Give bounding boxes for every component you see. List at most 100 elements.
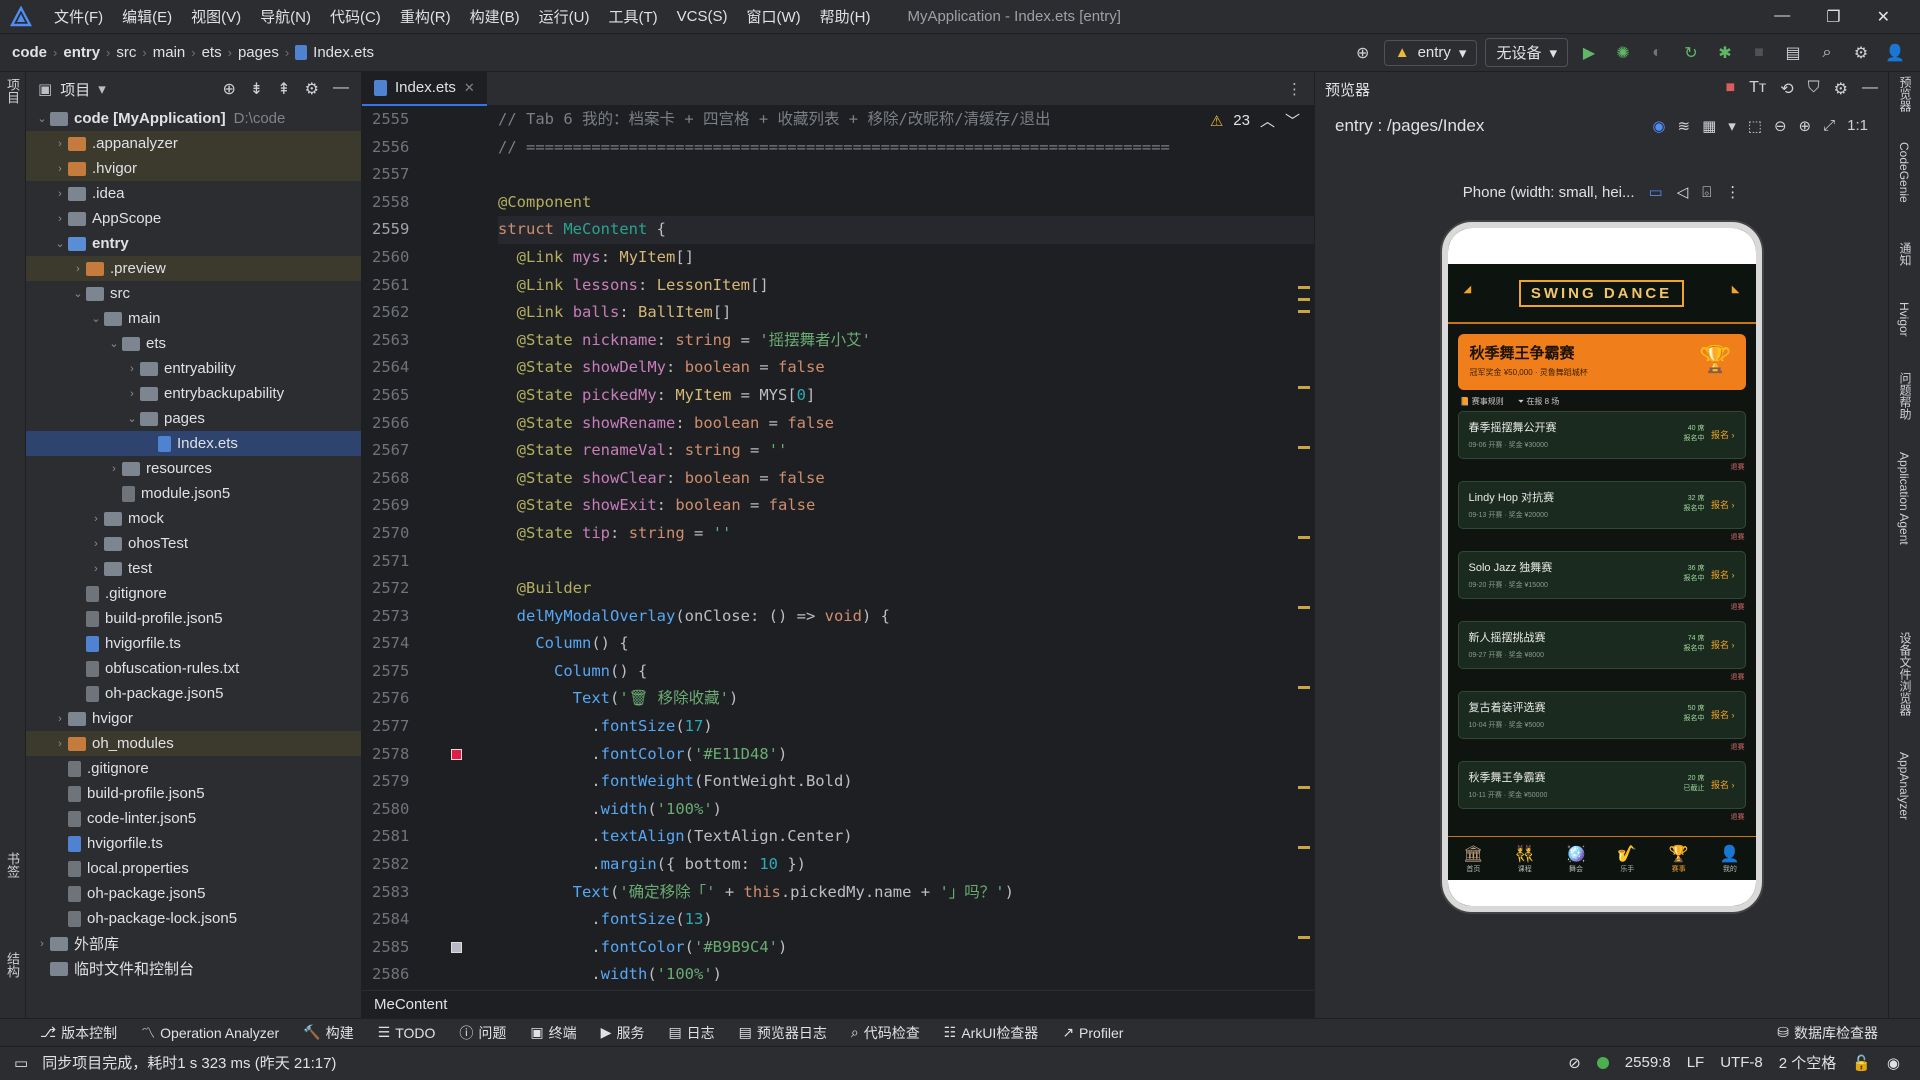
tree-item[interactable]: › 外部库 bbox=[26, 931, 361, 956]
rotate-icon[interactable]: ⌺ bbox=[1702, 184, 1711, 201]
code-line[interactable]: Text('确定移除「' + this.pickedMy.name + '」吗？… bbox=[498, 879, 1314, 907]
tree-item[interactable]: ⌄ entry bbox=[26, 231, 361, 256]
signup-button[interactable]: 报名 › bbox=[1711, 638, 1735, 651]
tree-item[interactable]: › resources bbox=[26, 456, 361, 481]
tree-item[interactable]: › .hvigor bbox=[26, 156, 361, 181]
signup-button[interactable]: 报名 › bbox=[1711, 778, 1735, 791]
code-line[interactable]: @State pickedMy: MyItem = MYS[0] bbox=[498, 382, 1314, 410]
withdraw-link[interactable]: 退赛 bbox=[1731, 532, 1745, 542]
withdraw-link[interactable]: 退赛 bbox=[1731, 602, 1745, 612]
code-line[interactable]: .fontSize(17) bbox=[498, 713, 1314, 741]
database-inspector-tab[interactable]: ⛁ 数据库检查器 bbox=[1777, 1023, 1878, 1043]
apply-changes-icon[interactable]: ↻ bbox=[1678, 40, 1704, 66]
more-tabs-icon[interactable]: ⋮ bbox=[1287, 80, 1302, 98]
competition-card[interactable]: 复古着装评选赛 10-04 开赛 · 奖金 ¥5000 50 席报名中 报名 › 退赛 bbox=[1457, 691, 1746, 751]
app-tab-0[interactable]: 🏛 首页 bbox=[1463, 844, 1483, 874]
code-line[interactable]: .textAlign(TextAlign.Center) bbox=[498, 823, 1314, 851]
withdraw-link[interactable]: 退赛 bbox=[1731, 742, 1745, 752]
app-tab-4[interactable]: 🏆 赛事 bbox=[1669, 844, 1689, 874]
code-area[interactable]: 2555 2556 2557 2558 2559 2560 2561 2562 2563 2564… bbox=[362, 106, 1314, 990]
right-tool-tab[interactable]: 预览器 bbox=[1897, 76, 1914, 112]
structure-breadcrumb[interactable]: MeContent bbox=[362, 990, 1314, 1018]
chevron-down-icon[interactable]: ⌄ bbox=[106, 337, 122, 350]
right-tool-tab[interactable]: 问题帮助 bbox=[1897, 372, 1914, 420]
code-line[interactable] bbox=[498, 548, 1314, 576]
line-separator[interactable]: LF bbox=[1687, 1054, 1705, 1071]
back-icon[interactable]: ◁ bbox=[1677, 183, 1689, 201]
code-line[interactable]: struct MeContent { bbox=[498, 216, 1314, 244]
app-tab-5[interactable]: 👤 我的 bbox=[1720, 844, 1740, 874]
fit-icon[interactable]: ⬚ bbox=[1748, 117, 1762, 135]
hide-panel-icon[interactable]: — bbox=[333, 79, 349, 99]
menu-item[interactable]: 文件(F) bbox=[54, 6, 103, 27]
tree-item[interactable]: ⌄ pages bbox=[26, 406, 361, 431]
zoom-in-icon[interactable]: ⊕ bbox=[1799, 117, 1812, 135]
tool-window-tab[interactable]: 🔨 构建 bbox=[303, 1023, 353, 1043]
right-tool-tab[interactable]: 设备文件浏览器 bbox=[1897, 632, 1914, 716]
tree-item[interactable]: code-linter.json5 bbox=[26, 806, 361, 831]
tree-item[interactable]: ⌄ src bbox=[26, 281, 361, 306]
server-status-icon[interactable] bbox=[1596, 1056, 1609, 1069]
withdraw-link[interactable]: 退赛 bbox=[1731, 462, 1745, 472]
chevron-down-icon[interactable]: ⌄ bbox=[70, 287, 86, 300]
breadcrumb-item[interactable]: main bbox=[153, 44, 186, 61]
tree-item[interactable]: › .appanalyzer bbox=[26, 131, 361, 156]
tree-item[interactable]: › test bbox=[26, 556, 361, 581]
breadcrumb-item[interactable]: code bbox=[12, 44, 47, 61]
code-line[interactable]: Text('🗑 移除收藏') bbox=[498, 685, 1314, 713]
code-line[interactable]: Column() { bbox=[498, 658, 1314, 686]
code-line[interactable]: @Component bbox=[498, 189, 1314, 217]
status-message[interactable]: 同步项目完成，耗时1 s 323 ms (昨天 21:17) bbox=[42, 1052, 336, 1073]
tree-item[interactable]: .gitignore bbox=[26, 756, 361, 781]
module-selector[interactable]: ▲ entry ▾ bbox=[1383, 39, 1478, 66]
more-icon[interactable]: ⋮ bbox=[1725, 183, 1740, 201]
expand-all-icon[interactable]: ⇟ bbox=[250, 79, 263, 99]
options-gear-icon[interactable]: ⚙ bbox=[305, 79, 319, 99]
tree-item[interactable]: .gitignore bbox=[26, 581, 361, 606]
tree-item[interactable]: › mock bbox=[26, 506, 361, 531]
code-line[interactable]: .width('100%') bbox=[498, 796, 1314, 824]
competition-card[interactable]: Solo Jazz 独舞赛 09-20 开赛 · 奖金 ¥15000 36 席报名中… bbox=[1457, 551, 1746, 611]
chevron-down-icon[interactable]: ▾ bbox=[98, 80, 106, 98]
bookmarks-tool-tab[interactable]: 书签 bbox=[3, 852, 22, 878]
code-line[interactable]: @State nickname: string = '摇摆舞者小艾' bbox=[498, 327, 1314, 355]
withdraw-link[interactable]: 退赛 bbox=[1731, 812, 1745, 822]
competition-card[interactable]: 新人摇摆挑战赛 09-27 开赛 · 奖金 ¥8000 74 席报名中 报名 › 退赛 bbox=[1457, 621, 1746, 681]
locate-icon[interactable]: ⊕ bbox=[1350, 40, 1376, 66]
tool-window-tab[interactable]: ▣ 终端 bbox=[530, 1023, 576, 1043]
tree-item[interactable]: local.properties bbox=[26, 856, 361, 881]
lock-icon[interactable]: 🔓 bbox=[1852, 1054, 1871, 1072]
code-line[interactable]: @State tip: string = '' bbox=[498, 520, 1314, 548]
code-line[interactable] bbox=[498, 161, 1314, 189]
tree-item[interactable]: obfuscation-rules.txt bbox=[26, 656, 361, 681]
code-line[interactable]: .width('100%') bbox=[498, 961, 1314, 989]
menu-item[interactable]: 构建(B) bbox=[470, 6, 520, 27]
right-tool-tab[interactable]: AppAnalyzer bbox=[1897, 752, 1911, 820]
code-line[interactable]: Column() { bbox=[498, 630, 1314, 658]
structure-tool-tab[interactable]: 结构 bbox=[3, 952, 22, 978]
chevron-down-icon[interactable]: ⌄ bbox=[52, 237, 68, 250]
app-tab-3[interactable]: 🎷 乐手 bbox=[1617, 844, 1637, 874]
stop-icon[interactable]: ■ bbox=[1746, 40, 1772, 66]
tool-window-tab[interactable]: ☷ ArkUI检查器 bbox=[944, 1023, 1039, 1043]
code-line[interactable]: .fontColor('#B9B9C4') bbox=[498, 934, 1314, 962]
menu-item[interactable]: VCS(S) bbox=[677, 8, 728, 25]
chevron-down-icon[interactable]: ▾ bbox=[1728, 117, 1736, 135]
chevron-right-icon[interactable]: › bbox=[52, 163, 68, 175]
hide-preview-icon[interactable]: — bbox=[1862, 79, 1878, 99]
code-line[interactable]: @Link lessons: LessonItem[] bbox=[498, 272, 1314, 300]
signup-button[interactable]: 报名 › bbox=[1711, 708, 1735, 721]
menu-item[interactable]: 运行(U) bbox=[539, 6, 590, 27]
tree-item[interactable]: ⌄ ets bbox=[26, 331, 361, 356]
tool-window-tab[interactable]: ⌕ 代码检查 bbox=[851, 1023, 920, 1043]
chevron-right-icon[interactable]: › bbox=[124, 388, 140, 400]
chevron-right-icon[interactable]: › bbox=[52, 213, 68, 225]
device-manager-icon[interactable]: ▤ bbox=[1780, 40, 1806, 66]
chevron-right-icon[interactable]: › bbox=[124, 363, 140, 375]
chevron-right-icon[interactable]: › bbox=[52, 138, 68, 150]
tool-window-tab[interactable]: ▤ 日志 bbox=[668, 1023, 714, 1043]
tree-item[interactable]: hvigorfile.ts bbox=[26, 831, 361, 856]
caret-position[interactable]: 2559:8 bbox=[1625, 1054, 1671, 1071]
breadcrumb-item[interactable]: entry bbox=[63, 44, 100, 61]
inspection-widget[interactable]: ⚠ 23 ︿ ﹀ bbox=[1210, 110, 1300, 131]
